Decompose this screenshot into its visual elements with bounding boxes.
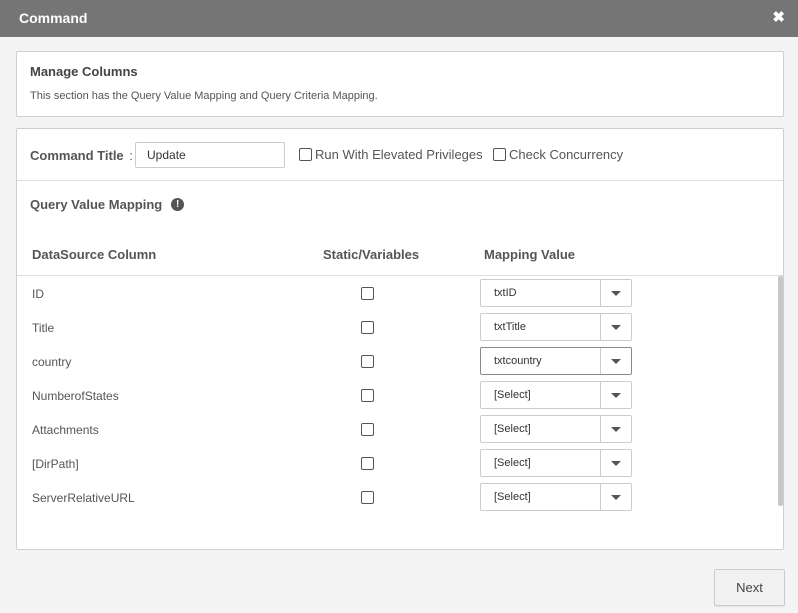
command-title-row: Command Title : Run With Elevated Privil… <box>17 129 783 181</box>
chevron-down-icon[interactable] <box>611 291 621 296</box>
datasource-column-name: Attachments <box>32 423 99 437</box>
static-variable-checkbox[interactable] <box>361 287 374 300</box>
table-row: [DirPath] [Select] <box>17 446 777 480</box>
mapping-value-select[interactable]: txtcountry <box>480 347 632 375</box>
datasource-column-name: [DirPath] <box>32 457 79 471</box>
static-variable-checkbox[interactable] <box>361 491 374 504</box>
manage-columns-heading: Manage Columns <box>30 64 138 79</box>
header-static-variables: Static/Variables <box>323 247 420 262</box>
datasource-column-name: NumberofStates <box>32 389 119 403</box>
manage-columns-panel: Manage Columns This section has the Quer… <box>16 51 784 117</box>
mapping-value-select[interactable]: txtTitle <box>480 313 632 341</box>
check-concurrency-checkbox[interactable] <box>493 148 506 161</box>
chevron-down-icon[interactable] <box>611 461 621 466</box>
chevron-down-icon[interactable] <box>611 495 621 500</box>
table-row: Attachments [Select] <box>17 412 777 446</box>
rows-scrollbar[interactable] <box>778 276 783 506</box>
chevron-down-icon[interactable] <box>611 359 621 364</box>
run-elevated-checkbox-group[interactable]: Run With Elevated Privileges <box>299 147 483 162</box>
info-icon[interactable]: ! <box>171 198 185 211</box>
static-variable-checkbox[interactable] <box>361 423 374 436</box>
header-mapping-value: Mapping Value <box>484 247 576 262</box>
query-value-mapping-label: Query Value Mapping <box>30 197 163 212</box>
mapping-value-select[interactable]: [Select] <box>480 381 632 409</box>
table-row: ID txtID <box>17 276 777 310</box>
mapping-value-select[interactable]: txtID <box>480 279 632 307</box>
datasource-column-name: Title <box>32 321 55 335</box>
table-row: Title txtTitle <box>17 310 777 344</box>
datasource-column-name: ServerRelativeURL <box>32 491 135 505</box>
table-row: ServerRelativeURL [Select] <box>17 480 777 512</box>
datasource-column-name: country <box>32 355 72 369</box>
mapping-value: txtID <box>494 287 517 299</box>
run-elevated-label: Run With Elevated Privileges <box>315 147 483 162</box>
dialog-title: Command <box>19 10 88 26</box>
static-variable-checkbox[interactable] <box>361 389 374 402</box>
next-button[interactable]: Next <box>714 569 785 606</box>
manage-columns-description: This section has the Query Value Mapping… <box>30 90 378 102</box>
mapping-rows: ID txtID Title txtTitle country txtcount… <box>17 276 783 512</box>
check-concurrency-label: Check Concurrency <box>509 147 624 162</box>
mapping-value: [Select] <box>494 423 531 435</box>
mapping-value: [Select] <box>494 457 531 469</box>
static-variable-checkbox[interactable] <box>361 321 374 334</box>
mapping-value: txtTitle <box>494 321 526 333</box>
mapping-value: [Select] <box>494 389 531 401</box>
mapping-value: txtcountry <box>494 355 542 367</box>
header-datasource-column: DataSource Column <box>32 247 157 262</box>
command-title-label: Command Title : <box>30 148 133 163</box>
datasource-column-name: ID <box>32 287 44 301</box>
chevron-down-icon[interactable] <box>611 325 621 330</box>
table-row: country txtcountry <box>17 344 777 378</box>
mapping-value-select[interactable]: [Select] <box>480 449 632 477</box>
close-icon[interactable]: ✖ <box>772 9 785 27</box>
mapping-value-select[interactable]: [Select] <box>480 483 632 511</box>
static-variable-checkbox[interactable] <box>361 457 374 470</box>
command-panel: Command Title : Run With Elevated Privil… <box>16 128 784 550</box>
chevron-down-icon[interactable] <box>611 393 621 398</box>
mapping-value-select[interactable]: [Select] <box>480 415 632 443</box>
run-elevated-checkbox[interactable] <box>299 148 312 161</box>
command-title-input[interactable] <box>135 142 285 168</box>
chevron-down-icon[interactable] <box>611 427 621 432</box>
table-row: NumberofStates [Select] <box>17 378 777 412</box>
static-variable-checkbox[interactable] <box>361 355 374 368</box>
query-value-mapping-title: Query Value Mapping ! <box>30 197 185 212</box>
check-concurrency-checkbox-group[interactable]: Check Concurrency <box>493 147 623 162</box>
dialog-titlebar: Command ✖ <box>0 0 798 37</box>
mapping-value: [Select] <box>494 491 531 503</box>
